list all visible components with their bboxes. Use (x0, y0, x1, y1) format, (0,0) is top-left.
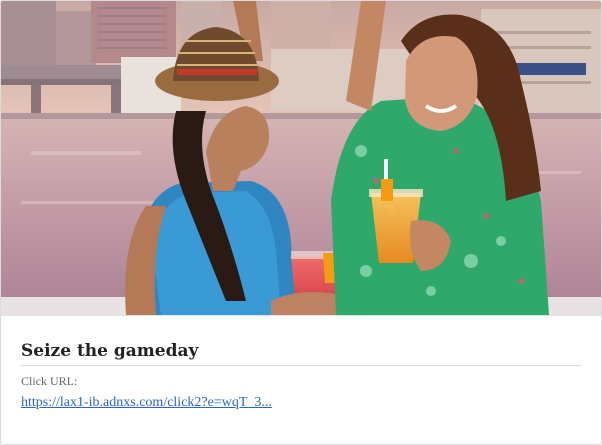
ad-title: Seize the gameday (21, 339, 581, 366)
hero-divider (1, 315, 601, 316)
click-url-link[interactable]: https://lax1-ib.adnxs.com/click2?e=wqT_3… (21, 394, 272, 412)
ad-body: Seize the gameday Click URL: https://lax… (21, 339, 581, 412)
hero-photo (1, 1, 601, 315)
click-url-label: Click URL: (21, 374, 78, 388)
ad-card: Seize the gameday Click URL: https://lax… (0, 0, 602, 445)
ad-hero-image[interactable] (1, 1, 601, 315)
